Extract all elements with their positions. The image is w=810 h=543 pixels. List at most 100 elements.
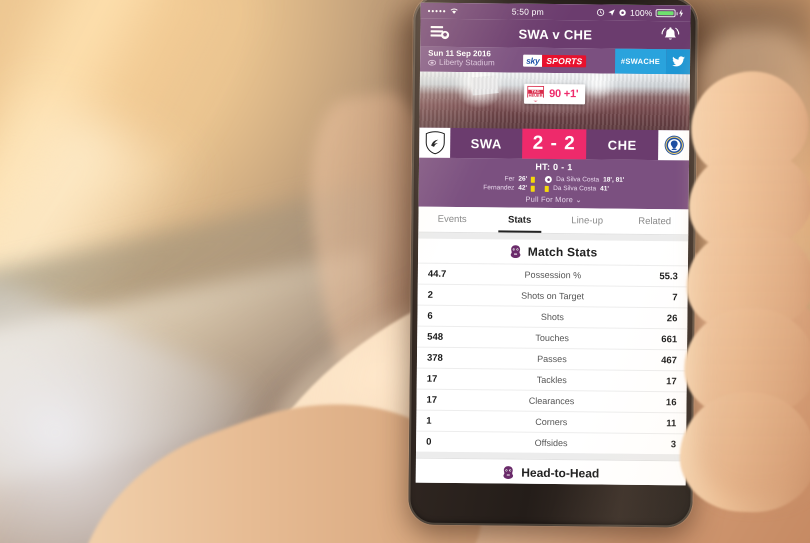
pull-for-more-button[interactable]: Pull For More ⌄ xyxy=(419,194,689,208)
phone-screen: ••••• 5:50 pm 100% SWA v CHE Sun 11 Sep … xyxy=(415,2,691,486)
away-value: 467 xyxy=(661,354,678,367)
sky-logo-text: sky xyxy=(523,54,543,67)
home-value: 1 xyxy=(426,415,432,427)
pull-for-more-label: Pull For More xyxy=(525,194,574,205)
tab-stats[interactable]: Stats xyxy=(486,208,554,234)
table-row: 6 Shots 26 xyxy=(417,304,688,329)
match-minute-label: 90 +1' xyxy=(549,87,579,101)
status-bar-time: 5:50 pm xyxy=(511,6,544,17)
home-events-column: Fer 26' Fernandez 42' xyxy=(483,175,536,192)
event-player-name: Da Silva Costa xyxy=(556,176,600,184)
away-team-abbr: CHE xyxy=(607,137,637,153)
away-value: 17 xyxy=(666,375,677,388)
tab-events[interactable]: Events xyxy=(418,207,486,233)
stat-label: Clearances xyxy=(528,396,575,407)
chelsea-crest xyxy=(658,130,690,161)
away-value: 11 xyxy=(666,417,677,430)
scoreline: SWA 2 - 2 CHE xyxy=(419,127,690,161)
event-minutes: 41' xyxy=(600,185,609,193)
hamburger-football-menu-icon[interactable] xyxy=(428,23,452,43)
home-value: 17 xyxy=(426,394,438,406)
match-stats-label: Match Stats xyxy=(527,245,598,260)
signal-dots-icon: ••••• xyxy=(427,6,447,16)
home-value: 0 xyxy=(426,436,432,448)
match-meta-text: Sun 11 Sep 2016 Liberty Stadium xyxy=(420,47,495,73)
list-item: Fernandez 42' xyxy=(483,184,536,192)
goal-ball-icon xyxy=(545,175,553,184)
stat-label: Corners xyxy=(535,417,568,428)
rotation-lock-icon xyxy=(619,9,627,16)
yellow-card-icon xyxy=(531,176,536,183)
away-value: 3 xyxy=(670,439,677,451)
event-player-name: Fer xyxy=(504,175,515,183)
location-arrow-icon xyxy=(608,9,616,16)
table-row: 17 Tackles 17 xyxy=(416,367,687,392)
stadium-flag xyxy=(471,75,499,96)
away-events-column: Da Silva Costa 18', 81' Da Silva Costa 4… xyxy=(545,175,624,193)
battery-icon xyxy=(655,9,676,18)
table-row: 1 Corners 11 xyxy=(416,409,687,434)
home-value: 44.7 xyxy=(427,268,447,280)
event-minutes: 26' xyxy=(518,175,528,183)
stat-label: Passes xyxy=(537,354,567,365)
match-hashtag-button[interactable]: #SWACHE xyxy=(614,48,667,75)
tag-heuer-line2: HEUER xyxy=(528,92,543,98)
home-team-abbr: SWA xyxy=(470,135,502,151)
battery-percent-label: 100% xyxy=(630,7,653,19)
chevron-down-icon: ⌄ xyxy=(575,195,582,205)
home-value: 6 xyxy=(427,310,433,322)
status-bar-right: 100% xyxy=(597,7,684,18)
stat-label: Shots xyxy=(540,312,564,323)
premier-league-lion-icon xyxy=(503,465,514,479)
stat-label: Offsides xyxy=(534,438,568,449)
tag-heuer-sponsor-icon: TAG HEUER xyxy=(527,86,544,102)
match-venue: Liberty Stadium xyxy=(428,58,495,69)
event-player-name: Fernandez xyxy=(483,184,515,192)
match-meta-strip: Sun 11 Sep 2016 Liberty Stadium sky SPOR… xyxy=(419,46,691,75)
scorers-lists: Fer 26' Fernandez 42' Da Silva Costa 18'… xyxy=(419,175,689,194)
broadcaster-logo: sky SPORTS xyxy=(495,47,615,73)
home-value: 548 xyxy=(427,331,444,343)
match-summary-panel: HT: 0 - 1 Fer 26' Fernandez 42' Da Silva… xyxy=(418,157,690,210)
phone-bottom-chin xyxy=(408,487,692,528)
table-row: 17 Clearances 16 xyxy=(416,388,687,413)
premier-league-lion-icon xyxy=(510,245,521,259)
home-value: 378 xyxy=(426,352,443,364)
stats-table: 44.7 Possession % 55.3 2 Shots on Target… xyxy=(415,262,688,455)
page-title: SWA v CHE xyxy=(518,26,593,42)
yellow-card-icon xyxy=(545,185,550,192)
tab-related[interactable]: Related xyxy=(621,209,689,235)
head-to-head-button[interactable]: Head-to-Head xyxy=(415,457,686,486)
twitter-share-button[interactable] xyxy=(665,49,691,75)
stat-label: Touches xyxy=(535,333,570,344)
away-value: 16 xyxy=(665,396,677,409)
alarm-icon xyxy=(597,8,605,17)
stadium-hero-image: TAG HEUER 90 +1' xyxy=(419,71,690,132)
stat-label: Possession % xyxy=(524,269,582,281)
match-score: 2 - 2 xyxy=(522,128,587,160)
away-value: 26 xyxy=(666,312,678,325)
home-value: 17 xyxy=(426,373,438,385)
status-bar-left: ••••• xyxy=(428,6,459,15)
table-row: 2 Shots on Target 7 xyxy=(417,283,688,308)
stadium-icon xyxy=(428,60,437,66)
stat-label: Shots on Target xyxy=(521,290,585,302)
yellow-card-icon xyxy=(531,185,536,192)
away-value: 7 xyxy=(672,292,678,304)
match-clock-badge: TAG HEUER 90 +1' xyxy=(524,83,586,105)
stat-label: Tackles xyxy=(536,375,567,386)
sports-logo-text: SPORTS xyxy=(542,54,587,67)
match-stats-title: Match Stats xyxy=(417,238,689,266)
swansea-city-crest xyxy=(419,127,451,158)
twitter-bird-icon xyxy=(671,56,685,67)
list-item: Da Silva Costa 18', 81' xyxy=(545,175,624,184)
half-time-score: HT: 0 - 1 xyxy=(535,161,573,173)
event-minutes: 42' xyxy=(518,184,528,192)
head-to-head-label: Head-to-Head xyxy=(521,465,600,481)
event-player-name: Da Silva Costa xyxy=(553,185,597,193)
app-navbar: SWA v CHE xyxy=(420,18,691,50)
tab-line-up[interactable]: Line-up xyxy=(553,208,621,234)
table-row: 548 Touches 661 xyxy=(417,325,688,350)
wifi-icon xyxy=(450,8,458,14)
notification-bell-icon[interactable] xyxy=(658,25,682,45)
